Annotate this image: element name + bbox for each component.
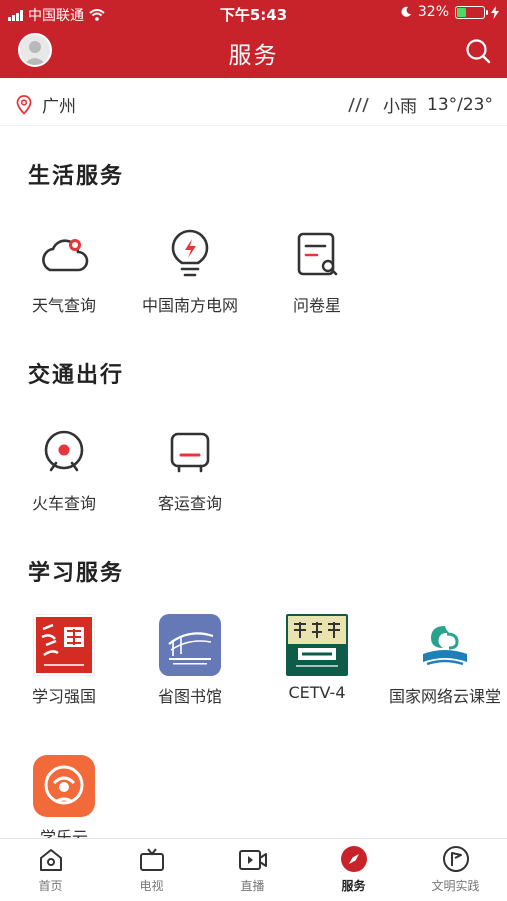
section-title-life: 生活服务	[28, 164, 125, 189]
tab-label: 电视	[139, 879, 164, 893]
bus-icon	[170, 432, 210, 473]
tab-label: 服务	[341, 879, 366, 893]
rain-icon	[348, 97, 369, 112]
service-xueleyun[interactable]: 学乐云	[4, 754, 124, 848]
tab-label: 首页	[38, 879, 63, 893]
status-bar: 中国联通 下午5:43 32%	[0, 0, 507, 26]
tab-services[interactable]: 服务	[303, 839, 404, 901]
moon-icon	[401, 6, 411, 17]
cloud-icon	[42, 239, 89, 272]
service-label: 火车查询	[31, 494, 96, 513]
service-power-grid[interactable]: 中国南方电网	[130, 222, 250, 316]
flag-icon	[442, 846, 469, 872]
tab-tv[interactable]: 电视	[101, 839, 202, 901]
battery-icon	[455, 5, 488, 19]
location-selector[interactable]: 广州	[16, 92, 76, 117]
service-label: 客运查询	[157, 494, 222, 513]
search-icon	[466, 39, 491, 64]
train-icon	[44, 430, 84, 472]
service-train[interactable]: 火车查询	[4, 420, 124, 514]
service-bus[interactable]: 客运查询	[130, 420, 250, 514]
service-label: 中国南方电网	[141, 296, 238, 315]
section-title-transport: 交通出行	[28, 363, 125, 388]
lightbulb-icon	[171, 229, 209, 277]
weather-widget[interactable]: 小雨 13°/23°	[347, 92, 493, 117]
service-library[interactable]: 省图书馆	[130, 613, 250, 707]
library-logo	[159, 614, 221, 676]
live-icon	[238, 850, 267, 870]
tab-bar: 首页 电视 直播 服务 文明实践	[0, 838, 507, 900]
survey-icon	[297, 232, 338, 276]
battery-percent: 32%	[417, 4, 449, 20]
service-cloud-classroom[interactable]: 国家网络云课堂	[383, 613, 507, 707]
tab-civilization[interactable]: 文明实践	[404, 839, 507, 901]
city-label: 广州	[42, 97, 76, 117]
xueleyun-logo	[33, 755, 95, 817]
tab-home[interactable]: 首页	[0, 839, 101, 901]
section-title-learning: 学习服务	[28, 561, 125, 586]
cloud-classroom-logo	[423, 626, 467, 666]
service-label: CETV-4	[288, 683, 346, 702]
tab-live[interactable]: 直播	[202, 839, 303, 901]
service-label: 省图书馆	[157, 687, 222, 706]
service-label: 天气查询	[31, 296, 96, 315]
temperature-label: 13°/23°	[427, 94, 493, 115]
service-label: 学习强国	[31, 687, 96, 706]
service-label: 国家网络云课堂	[388, 687, 501, 706]
tv-icon	[139, 848, 164, 871]
weather-label: 小雨	[383, 97, 417, 117]
tab-label: 直播	[240, 879, 265, 893]
header: 服务	[0, 26, 507, 78]
service-survey[interactable]: 问卷星	[257, 222, 377, 316]
service-cetv4[interactable]: CETV-4	[257, 613, 377, 702]
tab-label: 文明实践	[431, 879, 480, 893]
charging-icon	[491, 5, 499, 19]
compass-icon	[340, 846, 367, 872]
service-label: 问卷星	[292, 296, 341, 315]
location-pin-icon	[16, 94, 32, 115]
page-title: 服务	[228, 43, 279, 69]
service-xuexiqiangguo[interactable]: 学习强国	[4, 613, 124, 707]
xuexiqiangguo-logo	[33, 614, 95, 676]
location-bar: 广州 小雨 13°/23°	[0, 78, 507, 126]
search-button[interactable]	[463, 36, 493, 66]
cetv4-logo	[286, 614, 348, 676]
home-icon	[39, 849, 62, 871]
service-weather[interactable]: 天气查询	[4, 222, 124, 316]
